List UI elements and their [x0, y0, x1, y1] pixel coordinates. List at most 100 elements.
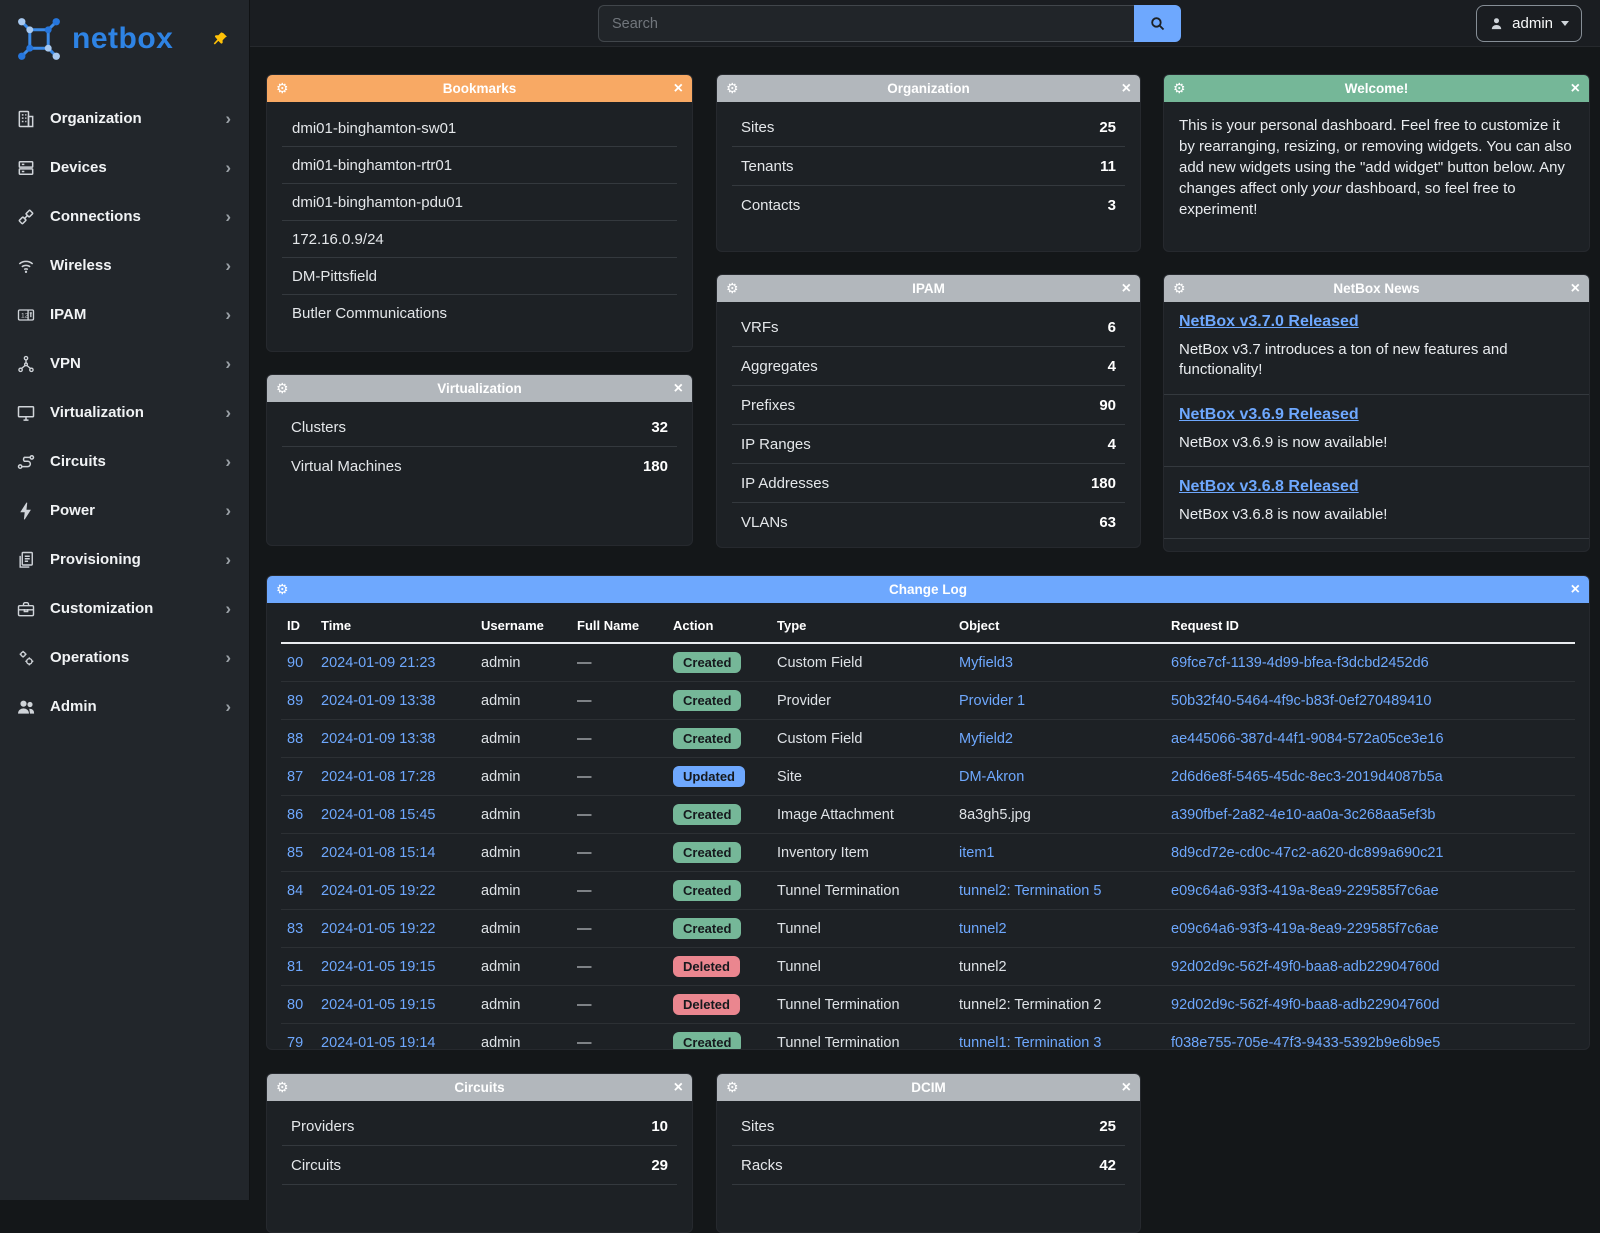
sidebar-item-organization[interactable]: Organization › — [0, 94, 249, 143]
count-link[interactable]: Racks — [741, 1157, 783, 1174]
changelog-object[interactable]: Myfield2 — [959, 731, 1013, 747]
sidebar-item-wireless[interactable]: Wireless › — [0, 241, 249, 290]
changelog-id-link[interactable]: 79 — [287, 1035, 303, 1051]
count-link[interactable]: IP Ranges — [741, 436, 811, 453]
close-icon[interactable]: × — [661, 80, 683, 98]
changelog-object[interactable]: tunnel2 — [959, 959, 1007, 975]
sidebar-item-provisioning[interactable]: Provisioning › — [0, 535, 249, 584]
count-link[interactable]: Clusters — [291, 419, 346, 436]
count-link[interactable]: Virtual Machines — [291, 458, 402, 475]
changelog-object[interactable]: tunnel2: Termination 2 — [959, 997, 1101, 1013]
changelog-time-link[interactable]: 2024-01-05 19:15 — [321, 959, 436, 975]
count-link[interactable]: Sites — [741, 1118, 774, 1135]
count-link[interactable]: Circuits — [291, 1157, 341, 1174]
news-link[interactable]: NetBox v3.6.8 Released — [1179, 478, 1359, 495]
count-link[interactable]: Aggregates — [741, 358, 818, 375]
sidebar-item-connections[interactable]: Connections › — [0, 192, 249, 241]
news-link[interactable]: NetBox v3.7.0 Released — [1179, 313, 1359, 330]
bookmark-item[interactable]: 172.16.0.9/24 — [282, 221, 677, 258]
close-icon[interactable]: × — [1109, 1079, 1131, 1097]
sidebar-item-admin[interactable]: Admin › — [0, 682, 249, 731]
gear-icon[interactable]: ⚙ — [1173, 280, 1195, 297]
changelog-time-link[interactable]: 2024-01-05 19:15 — [321, 997, 436, 1013]
search-input[interactable] — [598, 5, 1134, 42]
news-link[interactable]: NetBox v3.6.7 Released — [1179, 550, 1359, 552]
sidebar-item-customization[interactable]: Customization › — [0, 584, 249, 633]
changelog-object[interactable]: tunnel1: Termination 3 — [959, 1035, 1101, 1051]
sidebar-item-virtualization[interactable]: Virtualization › — [0, 388, 249, 437]
gear-icon[interactable]: ⚙ — [276, 380, 298, 397]
pin-icon[interactable] — [212, 31, 229, 48]
changelog-id-link[interactable]: 89 — [287, 693, 303, 709]
bookmark-item[interactable]: Butler Communications — [282, 295, 677, 332]
changelog-request-id-link[interactable]: e09c64a6-93f3-419a-8ea9-229585f7c6ae — [1171, 883, 1439, 899]
count-link[interactable]: Tenants — [741, 158, 794, 175]
sidebar-item-ipam[interactable]: 12 IPAM › — [0, 290, 249, 339]
changelog-request-id-link[interactable]: 2d6d6e8f-5465-45dc-8ec3-2019d4087b5a — [1171, 769, 1443, 785]
changelog-request-id-link[interactable]: 92d02d9c-562f-49f0-baa8-adb22904760d — [1171, 959, 1439, 975]
gear-icon[interactable]: ⚙ — [1173, 80, 1195, 97]
close-icon[interactable]: × — [1109, 80, 1131, 98]
sidebar-item-operations[interactable]: Operations › — [0, 633, 249, 682]
changelog-id-link[interactable]: 90 — [287, 655, 303, 671]
sidebar-item-vpn[interactable]: VPN › — [0, 339, 249, 388]
gear-icon[interactable]: ⚙ — [276, 80, 298, 97]
gear-icon[interactable]: ⚙ — [726, 280, 748, 297]
sidebar-item-power[interactable]: Power › — [0, 486, 249, 535]
gear-icon[interactable]: ⚙ — [726, 80, 748, 97]
bookmark-item[interactable]: dmi01-binghamton-rtr01 — [282, 147, 677, 184]
news-link[interactable]: NetBox v3.6.9 Released — [1179, 406, 1359, 423]
close-icon[interactable]: × — [1109, 280, 1131, 298]
changelog-id-link[interactable]: 88 — [287, 731, 303, 747]
netbox-logo-icon[interactable] — [16, 16, 62, 62]
changelog-id-link[interactable]: 83 — [287, 921, 303, 937]
changelog-request-id-link[interactable]: e09c64a6-93f3-419a-8ea9-229585f7c6ae — [1171, 921, 1439, 937]
changelog-id-link[interactable]: 86 — [287, 807, 303, 823]
changelog-request-id-link[interactable]: 50b32f40-5464-4f9c-b83f-0ef270489410 — [1171, 693, 1431, 709]
changelog-request-id-link[interactable]: a390fbef-2a82-4e10-aa0a-3c268aa5ef3b — [1171, 807, 1435, 823]
changelog-time-link[interactable]: 2024-01-05 19:14 — [321, 1035, 436, 1051]
gear-icon[interactable]: ⚙ — [726, 1079, 748, 1096]
changelog-time-link[interactable]: 2024-01-09 21:23 — [321, 655, 436, 671]
changelog-request-id-link[interactable]: ae445066-387d-44f1-9084-572a05ce3e16 — [1171, 731, 1444, 747]
close-icon[interactable]: × — [1558, 581, 1580, 599]
close-icon[interactable]: × — [1558, 280, 1580, 298]
bookmark-item[interactable]: dmi01-binghamton-sw01 — [282, 110, 677, 147]
changelog-time-link[interactable]: 2024-01-08 15:14 — [321, 845, 436, 861]
changelog-object[interactable]: Provider 1 — [959, 693, 1025, 709]
brand-name[interactable]: netbox — [72, 22, 173, 56]
close-icon[interactable]: × — [661, 1079, 683, 1097]
changelog-request-id-link[interactable]: 69fce7cf-1139-4d99-bfea-f3dcbd2452d6 — [1171, 655, 1429, 671]
changelog-id-link[interactable]: 80 — [287, 997, 303, 1013]
changelog-object[interactable]: Myfield3 — [959, 655, 1013, 671]
changelog-time-link[interactable]: 2024-01-08 17:28 — [321, 769, 436, 785]
count-link[interactable]: IP Addresses — [741, 475, 829, 492]
changelog-time-link[interactable]: 2024-01-09 13:38 — [321, 693, 436, 709]
changelog-time-link[interactable]: 2024-01-09 13:38 — [321, 731, 436, 747]
changelog-object[interactable]: DM-Akron — [959, 769, 1024, 785]
bookmark-item[interactable]: dmi01-binghamton-pdu01 — [282, 184, 677, 221]
sidebar-item-circuits[interactable]: Circuits › — [0, 437, 249, 486]
changelog-request-id-link[interactable]: 8d9cd72e-cd0c-47c2-a620-dc899a690c21 — [1171, 845, 1443, 861]
changelog-object[interactable]: tunnel2 — [959, 921, 1007, 937]
count-link[interactable]: Sites — [741, 119, 774, 136]
bookmark-item[interactable]: DM-Pittsfield — [282, 258, 677, 295]
changelog-id-link[interactable]: 84 — [287, 883, 303, 899]
count-link[interactable]: VLANs — [741, 514, 788, 531]
changelog-time-link[interactable]: 2024-01-08 15:45 — [321, 807, 436, 823]
changelog-id-link[interactable]: 85 — [287, 845, 303, 861]
changelog-time-link[interactable]: 2024-01-05 19:22 — [321, 883, 436, 899]
changelog-object[interactable]: 8a3gh5.jpg — [959, 807, 1031, 823]
close-icon[interactable]: × — [1558, 80, 1580, 98]
count-link[interactable]: VRFs — [741, 319, 779, 336]
search-button[interactable] — [1134, 5, 1181, 42]
close-icon[interactable]: × — [661, 380, 683, 398]
gear-icon[interactable]: ⚙ — [276, 581, 298, 598]
count-link[interactable]: Prefixes — [741, 397, 795, 414]
changelog-object[interactable]: tunnel2: Termination 5 — [959, 883, 1101, 899]
changelog-id-link[interactable]: 87 — [287, 769, 303, 785]
sidebar-item-devices[interactable]: Devices › — [0, 143, 249, 192]
changelog-id-link[interactable]: 81 — [287, 959, 303, 975]
user-menu[interactable]: admin — [1476, 5, 1582, 42]
changelog-request-id-link[interactable]: f038e755-705e-47f3-9433-5392b9e6b9e5 — [1171, 1035, 1440, 1051]
